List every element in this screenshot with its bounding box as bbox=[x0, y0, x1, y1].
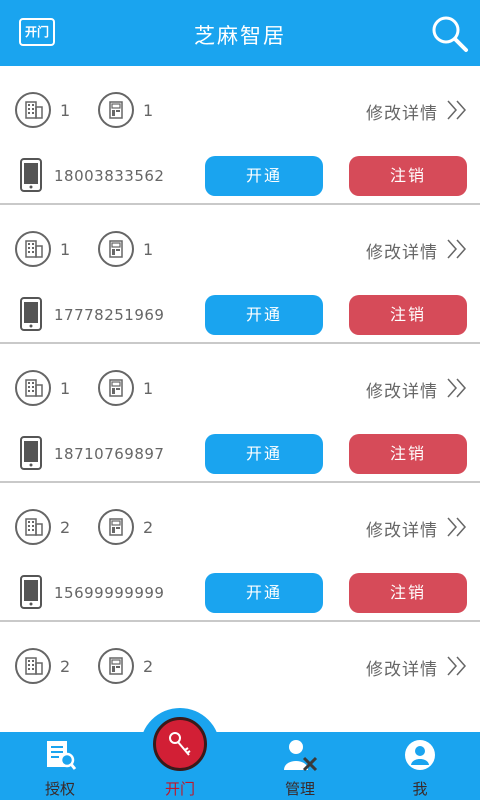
chevron-right-icon[interactable] bbox=[446, 516, 468, 538]
room-number: 2 bbox=[143, 518, 154, 537]
edit-details-link[interactable]: 修改详情 bbox=[366, 99, 438, 124]
deactivate-button[interactable]: 注销 bbox=[349, 156, 467, 196]
deactivate-button[interactable]: 注销 bbox=[349, 295, 467, 335]
tab-open-door-label: 开门 bbox=[164, 780, 195, 798]
room-icon bbox=[98, 92, 134, 128]
phone-number: 15699999999 bbox=[54, 584, 165, 602]
chevron-right-icon[interactable] bbox=[446, 99, 468, 121]
search-button[interactable] bbox=[430, 14, 470, 54]
edit-details-link[interactable]: 修改详情 bbox=[366, 516, 438, 541]
building-number: 2 bbox=[60, 518, 71, 537]
phone-icon bbox=[20, 158, 42, 192]
manage-icon bbox=[284, 740, 318, 772]
room-number: 1 bbox=[143, 240, 154, 259]
search-icon bbox=[432, 16, 468, 52]
tab-manage[interactable]: 管理 bbox=[260, 732, 340, 800]
phone-number: 18003833562 bbox=[54, 167, 165, 185]
list-item: 1 1 修改详情 18003833562 开通 注销 bbox=[0, 66, 480, 205]
tab-manage-label: 管理 bbox=[284, 780, 315, 798]
list-item: 1 1 修改详情 17778251969 开通 注销 bbox=[0, 205, 480, 344]
chevron-right-icon[interactable] bbox=[446, 655, 468, 677]
room-icon bbox=[98, 648, 134, 684]
app-header: 开门 芝麻智居 bbox=[0, 0, 480, 66]
key-icon bbox=[169, 732, 191, 756]
tab-authorize[interactable]: 授权 bbox=[20, 732, 100, 800]
activate-button[interactable]: 开通 bbox=[205, 295, 323, 335]
list-item: 2 2 修改详情 15699999999 开通 注销 bbox=[0, 483, 480, 622]
chevron-right-icon[interactable] bbox=[446, 377, 468, 399]
chevron-right-icon[interactable] bbox=[446, 238, 468, 260]
tab-authorize-label: 授权 bbox=[44, 780, 75, 798]
edit-details-link[interactable]: 修改详情 bbox=[366, 655, 438, 680]
app-title: 芝麻智居 bbox=[194, 24, 286, 48]
list-item: 1 1 修改详情 18710769897 开通 注销 bbox=[0, 344, 480, 483]
room-icon bbox=[98, 509, 134, 545]
open-door-circle[interactable] bbox=[153, 717, 207, 771]
building-icon bbox=[15, 92, 51, 128]
activate-button[interactable]: 开通 bbox=[205, 573, 323, 613]
authorize-icon bbox=[47, 741, 77, 770]
deactivate-button[interactable]: 注销 bbox=[349, 573, 467, 613]
building-number: 2 bbox=[60, 657, 71, 676]
room-number: 1 bbox=[143, 379, 154, 398]
resident-list: 1 1 修改详情 18003833562 开通 注销 1 1 修改详情 1777… bbox=[0, 66, 480, 761]
room-icon bbox=[98, 370, 134, 406]
building-number: 1 bbox=[60, 379, 71, 398]
building-number: 1 bbox=[60, 101, 71, 120]
activate-button[interactable]: 开通 bbox=[205, 434, 323, 474]
room-icon bbox=[98, 231, 134, 267]
building-icon bbox=[15, 231, 51, 267]
phone-icon bbox=[20, 297, 42, 331]
edit-details-link[interactable]: 修改详情 bbox=[366, 238, 438, 263]
tab-profile[interactable]: 我 bbox=[380, 732, 460, 800]
phone-number: 18710769897 bbox=[54, 445, 165, 463]
phone-number: 17778251969 bbox=[54, 306, 165, 324]
building-icon bbox=[15, 509, 51, 545]
tab-profile-label: 我 bbox=[412, 780, 428, 798]
profile-icon bbox=[405, 740, 435, 770]
phone-icon bbox=[20, 436, 42, 470]
bottom-tab-bar: 授权 管理 我 bbox=[0, 732, 480, 800]
building-number: 1 bbox=[60, 240, 71, 259]
phone-icon bbox=[20, 575, 42, 609]
activate-button[interactable]: 开通 bbox=[205, 156, 323, 196]
building-icon bbox=[15, 370, 51, 406]
deactivate-button[interactable]: 注销 bbox=[349, 434, 467, 474]
tab-open-door[interactable]: 开门 bbox=[140, 708, 220, 800]
room-number: 2 bbox=[143, 657, 154, 676]
room-number: 1 bbox=[143, 101, 154, 120]
building-icon bbox=[15, 648, 51, 684]
edit-details-link[interactable]: 修改详情 bbox=[366, 377, 438, 402]
